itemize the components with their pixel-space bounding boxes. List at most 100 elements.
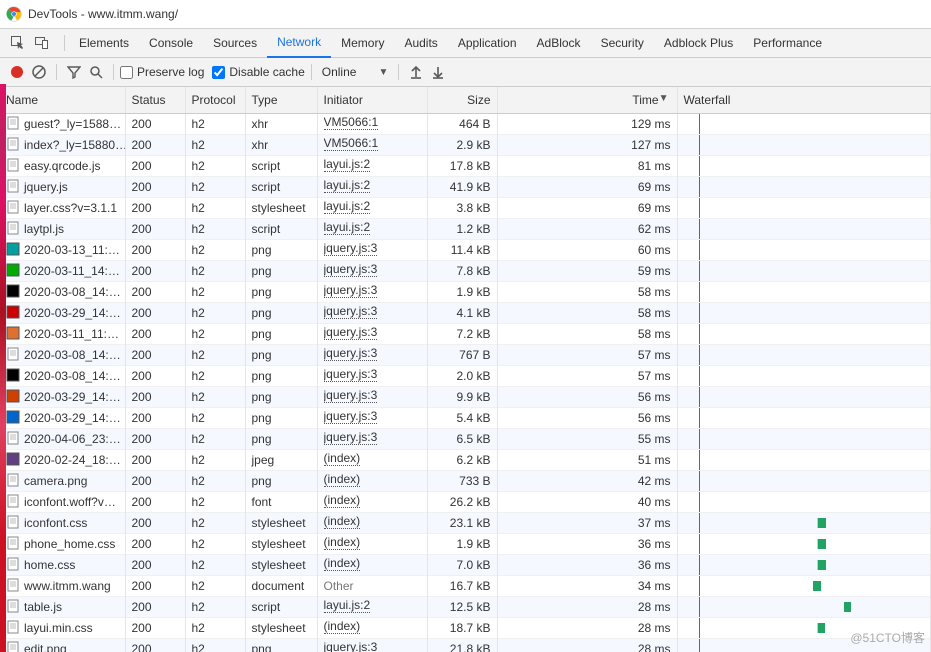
device-toggle-button[interactable] (32, 33, 52, 53)
request-row[interactable]: jquery.js200h2scriptlayui.js:241.9 kB69 … (0, 177, 931, 198)
request-row[interactable]: iconfont.woff?v…200h2font(index)26.2 kB4… (0, 492, 931, 513)
initiator-link[interactable]: jquery.js:3 (324, 262, 378, 277)
initiator-link[interactable]: (index) (324, 472, 361, 487)
initiator-link[interactable]: jquery.js:3 (324, 304, 378, 319)
initiator-link[interactable]: jquery.js:3 (324, 388, 378, 403)
initiator-link[interactable]: (index) (324, 535, 361, 550)
tab-network[interactable]: Network (267, 28, 331, 58)
size-cell: 21.8 kB (427, 639, 497, 652)
tab-audits[interactable]: Audits (394, 29, 447, 57)
request-row[interactable]: table.js200h2scriptlayui.js:212.5 kB28 m… (0, 597, 931, 618)
request-row[interactable]: home.css200h2stylesheet(index)7.0 kB36 m… (0, 555, 931, 576)
clear-button[interactable] (28, 61, 50, 83)
request-row[interactable]: 2020-04-06_23:…200h2pngjquery.js:36.5 kB… (0, 429, 931, 450)
tab-application[interactable]: Application (448, 29, 527, 57)
waterfall-cell (684, 513, 925, 533)
tab-elements[interactable]: Elements (69, 29, 139, 57)
request-row[interactable]: easy.qrcode.js200h2scriptlayui.js:217.8 … (0, 156, 931, 177)
type-cell: stylesheet (245, 513, 317, 534)
column-protocol[interactable]: Protocol (185, 87, 245, 114)
waterfall-cell (684, 471, 925, 491)
initiator-link[interactable]: (index) (324, 493, 361, 508)
column-initiator[interactable]: Initiator (317, 87, 427, 114)
panel-tab-bar: ElementsConsoleSourcesNetworkMemoryAudit… (0, 29, 931, 58)
initiator-link[interactable]: layui.js:2 (324, 220, 371, 235)
column-time[interactable]: Time▼ (497, 87, 677, 114)
initiator-link[interactable]: jquery.js:3 (324, 409, 378, 424)
request-row[interactable]: 2020-03-29_14:…200h2pngjquery.js:35.4 kB… (0, 408, 931, 429)
throttling-select[interactable]: Online ▼ (318, 65, 393, 79)
request-row[interactable]: phone_home.css200h2stylesheet(index)1.9 … (0, 534, 931, 555)
waterfall-cell (684, 345, 925, 365)
request-row[interactable]: layui.min.css200h2stylesheet(index)18.7 … (0, 618, 931, 639)
preserve-log-checkbox[interactable]: Preserve log (120, 65, 204, 79)
protocol-cell: h2 (185, 282, 245, 303)
request-row[interactable]: 2020-02-24_18:…200h2jpeg(index)6.2 kB51 … (0, 450, 931, 471)
time-cell: 36 ms (497, 555, 677, 576)
search-button[interactable] (85, 61, 107, 83)
type-cell: stylesheet (245, 198, 317, 219)
initiator-link[interactable]: layui.js:2 (324, 199, 371, 214)
request-row[interactable]: layer.css?v=3.1.1200h2stylesheetlayui.js… (0, 198, 931, 219)
initiator-link[interactable]: jquery.js:3 (324, 430, 378, 445)
request-row[interactable]: www.itmm.wang200h2documentOther16.7 kB34… (0, 576, 931, 597)
file-icon (6, 305, 20, 322)
initiator-link[interactable]: jquery.js:3 (324, 346, 378, 361)
filter-button[interactable] (63, 61, 85, 83)
record-button[interactable] (6, 61, 28, 83)
status-cell: 200 (125, 639, 185, 652)
disable-cache-checkbox[interactable]: Disable cache (212, 65, 304, 79)
column-type[interactable]: Type (245, 87, 317, 114)
protocol-cell: h2 (185, 114, 245, 135)
tab-security[interactable]: Security (591, 29, 654, 57)
initiator-link[interactable]: jquery.js:3 (324, 325, 378, 340)
tab-memory[interactable]: Memory (331, 29, 394, 57)
initiator-link[interactable]: jquery.js:3 (324, 241, 378, 256)
import-har-button[interactable] (405, 61, 427, 83)
request-row[interactable]: 2020-03-08_14:…200h2pngjquery.js:32.0 kB… (0, 366, 931, 387)
initiator-link[interactable]: VM5066:1 (324, 115, 379, 130)
request-row[interactable]: iconfont.css200h2stylesheet(index)23.1 k… (0, 513, 931, 534)
column-waterfall[interactable]: Waterfall (677, 87, 931, 114)
request-row[interactable]: camera.png200h2png(index)733 B42 ms (0, 471, 931, 492)
request-name: 2020-03-29_14:… (24, 390, 121, 404)
column-name[interactable]: Name (0, 87, 125, 114)
initiator-link[interactable]: jquery.js:3 (324, 367, 378, 382)
initiator-link[interactable]: (index) (324, 619, 361, 634)
tab-performance[interactable]: Performance (743, 29, 832, 57)
initiator-link[interactable]: layui.js:2 (324, 598, 371, 613)
initiator-link[interactable]: (index) (324, 514, 361, 529)
initiator-link[interactable]: (index) (324, 556, 361, 571)
protocol-cell: h2 (185, 534, 245, 555)
initiator-link[interactable]: layui.js:2 (324, 178, 371, 193)
column-status[interactable]: Status (125, 87, 185, 114)
request-row[interactable]: 2020-03-29_14:…200h2pngjquery.js:34.1 kB… (0, 303, 931, 324)
file-icon (6, 389, 20, 406)
time-cell: 57 ms (497, 366, 677, 387)
column-size[interactable]: Size (427, 87, 497, 114)
initiator-link[interactable]: jquery.js:3 (324, 640, 378, 652)
tab-adblock-plus[interactable]: Adblock Plus (654, 29, 743, 57)
tab-adblock[interactable]: AdBlock (527, 29, 591, 57)
initiator-link[interactable]: jquery.js:3 (324, 283, 378, 298)
initiator-link[interactable]: VM5066:1 (324, 136, 379, 151)
request-row[interactable]: index?_ly=15880…200h2xhrVM5066:12.9 kB12… (0, 135, 931, 156)
status-cell: 200 (125, 408, 185, 429)
tab-sources[interactable]: Sources (203, 29, 267, 57)
request-row[interactable]: 2020-03-11_11:…200h2pngjquery.js:37.2 kB… (0, 324, 931, 345)
request-row[interactable]: 2020-03-08_14:…200h2pngjquery.js:31.9 kB… (0, 282, 931, 303)
export-har-button[interactable] (427, 61, 449, 83)
type-cell: script (245, 597, 317, 618)
chrome-icon (6, 6, 22, 22)
request-row[interactable]: laytpl.js200h2scriptlayui.js:21.2 kB62 m… (0, 219, 931, 240)
initiator-link[interactable]: layui.js:2 (324, 157, 371, 172)
request-row[interactable]: edit.png200h2pngjquery.js:321.8 kB28 ms (0, 639, 931, 652)
request-row[interactable]: 2020-03-13_11:…200h2pngjquery.js:311.4 k… (0, 240, 931, 261)
tab-console[interactable]: Console (139, 29, 203, 57)
initiator-link[interactable]: (index) (324, 451, 361, 466)
request-row[interactable]: 2020-03-29_14:…200h2pngjquery.js:39.9 kB… (0, 387, 931, 408)
inspect-element-button[interactable] (8, 33, 28, 53)
request-row[interactable]: guest?_ly=1588…200h2xhrVM5066:1464 B129 … (0, 114, 931, 135)
request-row[interactable]: 2020-03-08_14:…200h2pngjquery.js:3767 B5… (0, 345, 931, 366)
request-row[interactable]: 2020-03-11_14:…200h2pngjquery.js:37.8 kB… (0, 261, 931, 282)
